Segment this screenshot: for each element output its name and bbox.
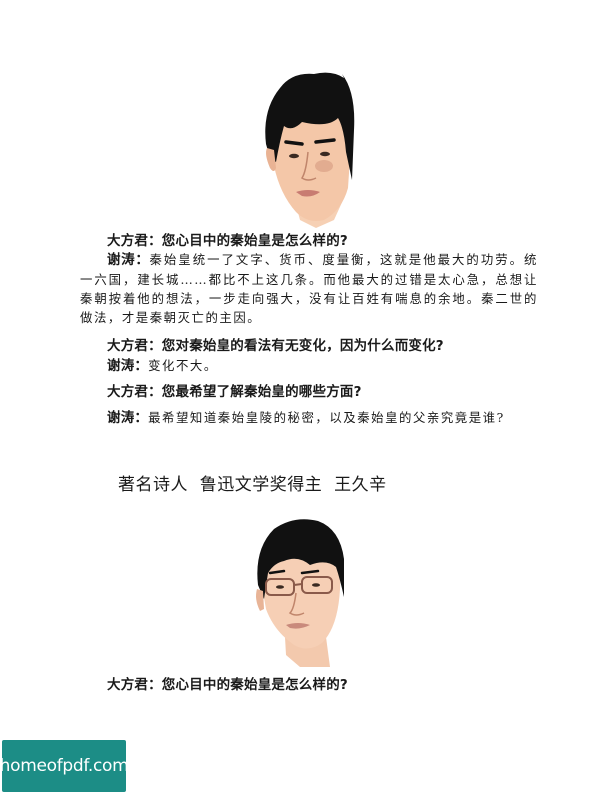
answer-3: 谢涛：最希望知道秦始皇陵的秘密，以及秦始皇的父亲究竟是谁? [80, 408, 538, 428]
answer-2-speaker: 谢涛： [107, 358, 149, 374]
question-3: 大方君：您最希望了解秦始皇的哪些方面? [107, 384, 362, 400]
question-2-1: 大方君：您心目中的秦始皇是怎么样的? [107, 677, 348, 693]
site-logo-text: homeofpdf.com [0, 756, 129, 776]
answer-2: 谢涛：变化不大。 [80, 356, 538, 376]
question-1: 大方君：您心目中的秦始皇是怎么样的? [107, 233, 348, 249]
answer-3-text: 最希望知道秦始皇陵的秘密，以及秦始皇的父亲究竟是谁? [148, 410, 505, 425]
portrait-illustration-2 [256, 519, 344, 667]
answer-1-speaker: 谢涛： [107, 252, 150, 268]
question-2: 大方君：您对秦始皇的看法有无变化，因为什么而变化? [107, 338, 444, 354]
answer-3-speaker: 谢涛： [107, 410, 149, 426]
answer-1: 谢涛：秦始皇统一了文字、货币、度量衡，这就是他最大的功劳。统一六国，建长城……都… [80, 250, 538, 327]
answer-2-text: 变化不大。 [148, 358, 218, 373]
site-logo-badge[interactable]: homeofpdf.com [0, 740, 129, 792]
interviewee-heading: 著名诗人 鲁迅文学奖得主 王久辛 [118, 475, 387, 495]
answer-1-text: 秦始皇统一了文字、货币、度量衡，这就是他最大的功劳。统一六国，建长城……都比不上… [80, 252, 538, 325]
portrait-illustration-1 [265, 72, 355, 228]
